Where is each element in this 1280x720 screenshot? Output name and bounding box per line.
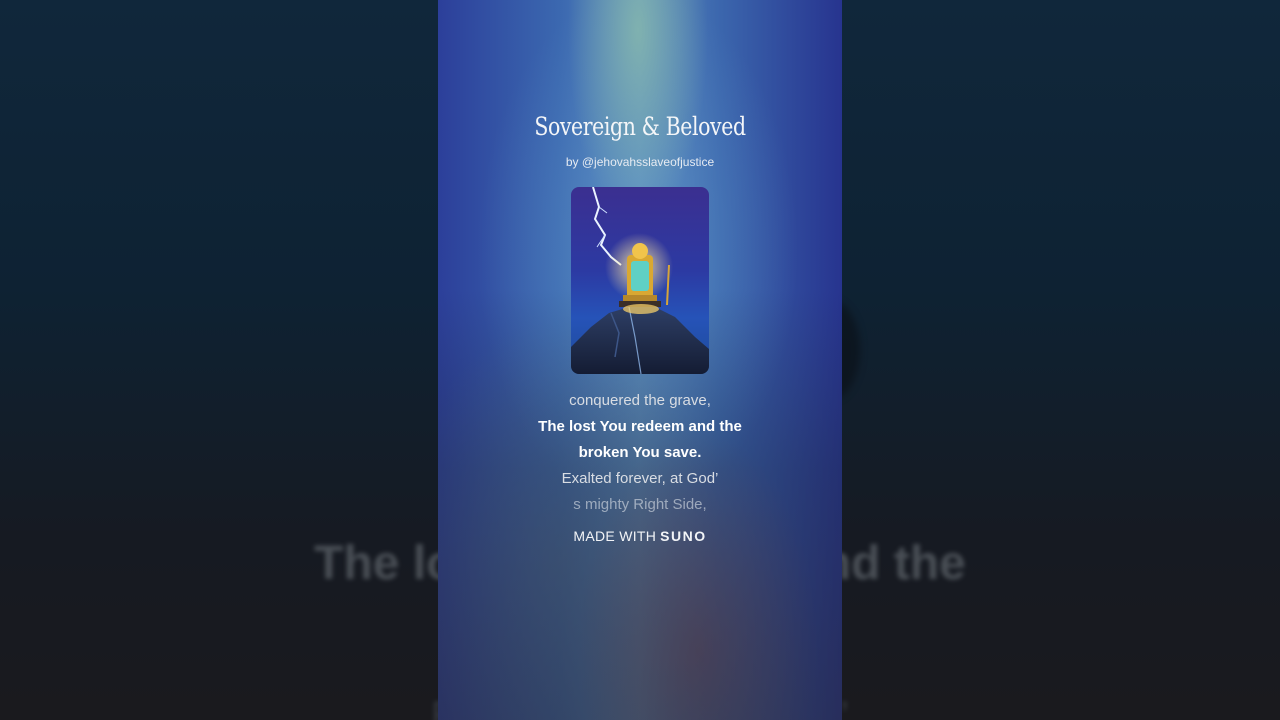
lyric-line-active: The lost You redeem and the <box>538 418 742 435</box>
lyrics-block: conquered the grave, The lost You redeem… <box>438 388 842 518</box>
song-author: by @jehovahsslaveofjustice <box>565 155 715 169</box>
song-title: Sovereign & Beloved <box>534 112 746 141</box>
made-with-label: MADE WITH <box>573 528 657 544</box>
lyric-line: conquered the grave, <box>569 392 711 409</box>
lyric-line-active: broken You save. <box>578 444 702 461</box>
lyric-card: Sovereign & Beloved by @jehovahsslaveofj… <box>438 0 842 720</box>
cover-artwork <box>571 187 709 374</box>
video-frame: conquered the grave, The lost You redeem… <box>0 0 1280 720</box>
suno-logo: SUNO <box>660 528 707 544</box>
made-with-suno-badge: MADE WITH SUNO <box>438 528 842 544</box>
throne-on-mountain-artwork-icon <box>571 187 709 374</box>
lyric-line: Exalted forever, at God’ <box>561 470 719 487</box>
lyric-line: s mighty Right Side, <box>573 496 707 513</box>
